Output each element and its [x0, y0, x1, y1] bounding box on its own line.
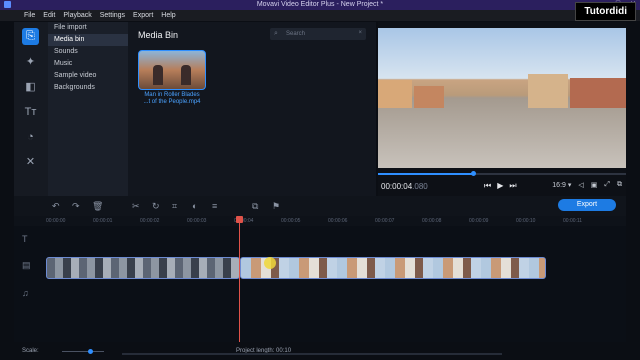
ruler-tick-label: 00:00:07 — [375, 218, 395, 224]
video-clip[interactable] — [240, 257, 546, 279]
ruler-tick-label: 00:00:03 — [187, 218, 207, 224]
ruler-tick-label: 00:00:10 — [516, 218, 536, 224]
menu-edit[interactable]: Edit — [43, 12, 55, 19]
video-clip[interactable] — [46, 257, 240, 279]
clear-icon[interactable]: × — [358, 30, 362, 36]
seek-bar[interactable] — [378, 171, 626, 176]
timeline-tracks: T ▤ ♫ — [14, 226, 626, 342]
filters-icon[interactable]: ✦ — [22, 53, 39, 70]
tool-sidebar: ⎘ ✦ ◧ Tт ◔ ✕ — [14, 22, 48, 196]
media-caption-line2: ...t of the People.mp4 — [143, 99, 201, 105]
ruler-tick-label: 00:00:05 — [281, 218, 301, 224]
marker-icon[interactable]: ⚑ — [272, 201, 280, 212]
search-placeholder: Search — [286, 31, 306, 37]
delete-icon[interactable]: 🗑 — [92, 201, 103, 212]
seek-knob[interactable] — [471, 171, 476, 176]
timeline-ruler[interactable]: 00:00:00 00:00:01 00:00:02 00:00:03 00:00:04… — [14, 216, 626, 226]
thumb-figure — [153, 65, 163, 85]
nav-music[interactable]: Music — [48, 58, 128, 70]
video-track-icon: ▤ — [22, 260, 31, 270]
stickers-icon[interactable]: ◔ — [22, 128, 39, 145]
playhead[interactable] — [236, 216, 243, 342]
menu-export[interactable]: Export — [133, 12, 153, 19]
timeline-scrollbar[interactable] — [122, 353, 502, 355]
ruler-tick-label: 00:00:02 — [140, 218, 160, 224]
prev-frame-icon[interactable]: ⏮ — [484, 181, 491, 191]
mouse-cursor-highlight — [264, 257, 276, 269]
status-bar: Scale: Project length: 00:10 — [0, 342, 640, 360]
title-bar: Movavi Video Editor Plus - New Project *… — [0, 0, 640, 10]
titles-icon[interactable]: Tт — [22, 103, 39, 120]
video-preview — [378, 28, 626, 168]
menu-file[interactable]: File — [24, 12, 35, 19]
ruler-tick-label: 00:00:01 — [93, 218, 113, 224]
menu-playback[interactable]: Playback — [63, 12, 91, 19]
search-icon: ⌕ — [274, 30, 278, 37]
cut-icon[interactable]: ✂ — [132, 201, 140, 212]
building — [528, 74, 568, 108]
undo-icon[interactable]: ↶ — [52, 201, 60, 212]
transitions-icon[interactable]: ◧ — [22, 78, 39, 95]
search-input[interactable]: ⌕ Search × — [270, 28, 366, 40]
building — [378, 80, 412, 108]
window-title: Movavi Video Editor Plus - New Project * — [256, 1, 384, 8]
audio-track-icon: ♫ — [22, 288, 29, 298]
fullscreen-icon[interactable]: ⤢ — [604, 181, 610, 189]
ruler-tick-label: 00:00:06 — [328, 218, 348, 224]
nav-sounds[interactable]: Sounds — [48, 46, 128, 58]
rotate-icon[interactable]: ↻ — [152, 201, 160, 212]
ruler-tick-label: 00:00:09 — [469, 218, 489, 224]
timecode: 00:00:04.080 — [381, 182, 428, 191]
timeline-toolbar: ↶ ↷ 🗑 ✂ ↻ ⌗ ◐ ≡ ⧉ ⚑ Export — [14, 196, 626, 216]
player-panel: 00:00:04.080 ⏮ ▶ ⏭ 16:9 ▾ ◁ ▣ ⤢ ⧉ — [378, 22, 626, 196]
volume-icon[interactable]: ◁ — [578, 181, 583, 189]
aspect-ratio-select[interactable]: 16:9 ▾ — [552, 181, 571, 189]
media-bin-panel: Media Bin ⌕ Search × Man in Roller Blade… — [128, 22, 376, 196]
detach-icon[interactable]: ⧉ — [617, 181, 622, 189]
media-thumbnail[interactable] — [138, 50, 206, 90]
snapshot-icon[interactable]: ▣ — [591, 181, 598, 189]
import-icon[interactable]: ⎘ — [22, 28, 39, 45]
menu-bar: File Edit Playback Settings Export Help — [0, 10, 640, 21]
media-caption[interactable]: Man in Roller Blades ...t of the People.… — [134, 92, 210, 106]
nav-media-bin[interactable]: Media bin — [48, 34, 128, 46]
crop-icon[interactable]: ⌗ — [172, 201, 177, 212]
media-caption-line1: Man in Roller Blades — [144, 92, 200, 98]
clip-properties-icon[interactable]: ≡ — [212, 201, 217, 211]
more-tools-icon[interactable]: ✕ — [22, 153, 39, 170]
title-track-icon: T — [22, 234, 28, 244]
audio-track-header: ♫ — [14, 288, 44, 312]
playhead-handle[interactable] — [236, 216, 243, 223]
overlay-icon[interactable]: ⧉ — [252, 201, 258, 212]
nav-backgrounds[interactable]: Backgrounds — [48, 82, 128, 94]
redo-icon[interactable]: ↷ — [72, 201, 80, 212]
thumb-figure — [181, 65, 191, 85]
scale-slider[interactable] — [62, 349, 104, 354]
title-track-header: T — [14, 234, 44, 258]
seek-fill — [378, 173, 474, 175]
building — [414, 86, 444, 108]
scale-label: Scale: — [22, 348, 39, 354]
color-adjust-icon[interactable]: ◐ — [192, 201, 197, 211]
nav-sample-video[interactable]: Sample video — [48, 70, 128, 82]
import-nav: File import Media bin Sounds Music Sampl… — [48, 22, 128, 196]
next-frame-icon[interactable]: ⏭ — [509, 181, 516, 191]
building — [570, 78, 626, 108]
watermark-logo: Tutordidi — [575, 2, 636, 21]
media-bin-title: Media Bin — [138, 30, 179, 40]
nav-file-import[interactable]: File import — [48, 22, 128, 34]
ruler-tick-label: 00:00:00 — [46, 218, 66, 224]
play-icon[interactable]: ▶ — [497, 181, 503, 191]
menu-settings[interactable]: Settings — [100, 12, 125, 19]
menu-help[interactable]: Help — [161, 12, 175, 19]
export-button[interactable]: Export — [558, 199, 616, 211]
scale-slider-knob[interactable] — [88, 349, 93, 354]
video-track-header: ▤ — [14, 260, 44, 284]
ruler-tick-label: 00:00:08 — [422, 218, 442, 224]
ruler-tick-label: 00:00:11 — [563, 218, 583, 224]
